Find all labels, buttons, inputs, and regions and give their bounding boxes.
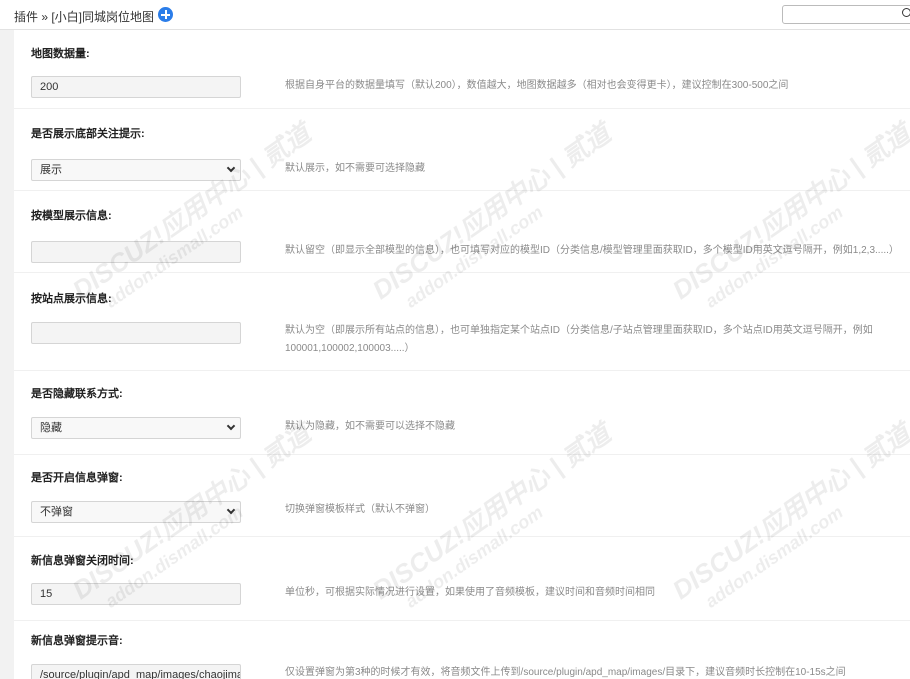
info-popup-select[interactable]: 不弹窗 bbox=[31, 501, 241, 523]
setting-label: 是否开启信息弹窗: bbox=[31, 472, 123, 484]
settings-panel: 地图数据量: 200 根据自身平台的数据量填写（默认200），数值越大，地图数据… bbox=[14, 30, 910, 679]
setting-label: 是否隐藏联系方式: bbox=[31, 388, 123, 400]
setting-row-hide-contact: 是否隐藏联系方式: 隐藏 默认为隐藏，如不需要可以选择不隐藏 bbox=[14, 370, 910, 454]
chevron-down-icon bbox=[226, 421, 236, 431]
setting-description: 单位秒，可根据实际情况进行设置，如果使用了音频模板，建议时间和音频时间相同 bbox=[285, 587, 655, 598]
setting-label: 按站点展示信息: bbox=[31, 293, 112, 305]
popup-sound-input[interactable]: /source/plugin/apd_map/images/chaojimali… bbox=[31, 664, 241, 679]
add-icon[interactable] bbox=[158, 7, 173, 22]
setting-row-info-popup: 是否开启信息弹窗: 不弹窗 切换弹窗模板样式（默认不弹窗） bbox=[14, 454, 910, 536]
breadcrumb: 插件 » [小白]同城岗位地图 bbox=[14, 10, 155, 24]
setting-description: 默认为空（即展示所有站点的信息），也可单独指定某个站点ID（分类信息/子站点管理… bbox=[285, 325, 873, 354]
map-data-count-input[interactable]: 200 bbox=[31, 76, 241, 98]
footer-follow-select[interactable]: 展示 bbox=[31, 159, 241, 181]
model-id-input[interactable] bbox=[31, 241, 241, 263]
setting-label: 地图数据量: bbox=[31, 48, 90, 60]
setting-row-map-data-count: 地图数据量: 200 根据自身平台的数据量填写（默认200），数值越大，地图数据… bbox=[14, 30, 910, 108]
setting-description: 根据自身平台的数据量填写（默认200），数值越大，地图数据越多（相对也会变得更卡… bbox=[285, 80, 789, 91]
setting-row-site-filter: 按站点展示信息: 默认为空（即展示所有站点的信息），也可单独指定某个站点ID（分… bbox=[14, 272, 910, 370]
top-bar: 插件 » [小白]同城岗位地图 bbox=[0, 0, 910, 30]
select-value: 不弹窗 bbox=[40, 506, 73, 518]
setting-description: 默认为隐藏，如不需要可以选择不隐藏 bbox=[285, 421, 455, 432]
popup-close-time-input[interactable]: 15 bbox=[31, 583, 241, 605]
setting-description: 切换弹窗模板样式（默认不弹窗） bbox=[285, 504, 435, 515]
setting-label: 新信息弹窗关闭时间: bbox=[31, 555, 134, 567]
setting-label: 是否展示底部关注提示: bbox=[31, 128, 145, 140]
setting-row-popup-sound: 新信息弹窗提示音: /source/plugin/apd_map/images/… bbox=[14, 620, 910, 679]
hide-contact-select[interactable]: 隐藏 bbox=[31, 417, 241, 439]
setting-label: 新信息弹窗提示音: bbox=[31, 635, 123, 647]
setting-row-popup-close-time: 新信息弹窗关闭时间: 15 单位秒，可根据实际情况进行设置，如果使用了音频模板，… bbox=[14, 536, 910, 620]
chevron-down-icon bbox=[226, 505, 236, 515]
chevron-down-icon bbox=[226, 163, 236, 173]
select-value: 展示 bbox=[40, 164, 62, 176]
site-id-input[interactable] bbox=[31, 322, 241, 344]
setting-row-model-filter: 按模型展示信息: 默认留空（即显示全部模型的信息），也可填写对应的模型ID（分类… bbox=[14, 190, 910, 272]
setting-description: 默认展示，如不需要可选择隐藏 bbox=[285, 163, 425, 174]
search-input[interactable] bbox=[782, 5, 910, 24]
setting-row-footer-follow: 是否展示底部关注提示: 展示 默认展示，如不需要可选择隐藏 bbox=[14, 108, 910, 190]
search-icon[interactable] bbox=[902, 8, 910, 17]
setting-description: 仅设置弹窗为第3种的时候才有效，将音频文件上传到/source/plugin/a… bbox=[285, 667, 846, 678]
setting-label: 按模型展示信息: bbox=[31, 210, 112, 222]
select-value: 隐藏 bbox=[40, 422, 62, 434]
setting-description: 默认留空（即显示全部模型的信息），也可填写对应的模型ID（分类信息/模型管理里面… bbox=[285, 245, 899, 256]
